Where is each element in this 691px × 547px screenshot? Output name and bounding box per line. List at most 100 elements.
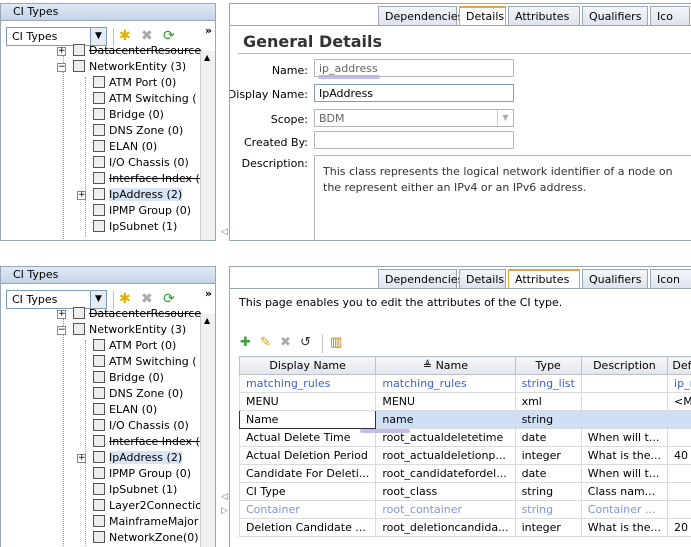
table-cell[interactable]: What is the... bbox=[580, 518, 669, 537]
tree-node[interactable]: NetworkEntity (3) bbox=[73, 59, 186, 75]
tree-node[interactable]: DatacenterResource bbox=[73, 43, 201, 59]
created-by-field[interactable] bbox=[314, 131, 514, 149]
table-cell[interactable]: Deletion Candidate ... bbox=[238, 518, 377, 537]
column-header[interactable]: Description bbox=[580, 356, 669, 375]
tree-node[interactable]: ELAN (0) bbox=[93, 139, 157, 155]
column-header[interactable]: ≜ Name bbox=[375, 356, 516, 375]
tab-icon[interactable]: Icon bbox=[650, 269, 691, 288]
table-cell[interactable]: MENU bbox=[375, 392, 516, 411]
table-cell[interactable] bbox=[667, 410, 691, 429]
table-cell[interactable]: CI Type bbox=[238, 482, 377, 501]
tab-dependencies[interactable]: Dependencies bbox=[378, 269, 463, 288]
table-cell[interactable] bbox=[667, 464, 691, 483]
scroll-up-icon[interactable]: ▲ bbox=[204, 316, 210, 325]
table-row[interactable]: Actual Delete Time root_actualdeletetime d… bbox=[238, 428, 691, 447]
expand-toggle-icon[interactable]: + bbox=[57, 310, 66, 319]
tree-node[interactable]: DNS Zone (0) bbox=[93, 386, 183, 402]
table-cell[interactable]: <MENU><. bbox=[667, 392, 691, 411]
tab-attributes[interactable]: Attributes bbox=[508, 6, 580, 25]
table-cell[interactable]: Container bbox=[238, 500, 377, 519]
columns-icon[interactable]: ▥ bbox=[330, 335, 342, 350]
table-row[interactable]: Container root_container string Container .… bbox=[238, 500, 691, 519]
table-row[interactable]: Actual Deletion Period root_actualdeletio… bbox=[238, 446, 691, 465]
table-cell[interactable] bbox=[580, 374, 669, 393]
table-cell[interactable]: 20 bbox=[667, 518, 691, 537]
table-cell[interactable]: string_list bbox=[514, 374, 582, 393]
tab-details[interactable]: Details bbox=[459, 6, 506, 25]
expand-toggle-icon[interactable]: + bbox=[77, 191, 86, 200]
tab-attributes[interactable]: Attributes bbox=[508, 269, 580, 288]
tree-node[interactable]: IpAddress (2) bbox=[93, 187, 183, 203]
tree-node[interactable]: ATM Port (0) bbox=[93, 75, 176, 91]
tree-node[interactable]: Interface Index ( bbox=[93, 171, 200, 187]
tree-node[interactable]: NetworkEntity (3) bbox=[73, 322, 186, 338]
tree-node[interactable]: IpAddress (2) bbox=[93, 450, 183, 466]
tree-node[interactable]: Interface Index ( bbox=[93, 434, 200, 450]
table-cell[interactable]: root_class bbox=[375, 482, 516, 501]
tree-node[interactable]: IPMP Group (0) bbox=[93, 203, 191, 219]
table-cell[interactable]: Name bbox=[238, 410, 377, 429]
tree-scrollbar[interactable]: ▲ bbox=[200, 51, 215, 240]
table-cell[interactable]: Actual Deletion Period bbox=[238, 446, 377, 465]
column-header[interactable]: Default Valu bbox=[667, 356, 691, 375]
table-cell[interactable] bbox=[667, 500, 691, 519]
expand-toggle-icon[interactable]: + bbox=[57, 47, 66, 56]
expand-toggle-icon[interactable]: − bbox=[57, 326, 66, 335]
tree-node[interactable]: IpSubnet (1) bbox=[93, 219, 177, 235]
collapse-left-icon[interactable]: ◁ bbox=[221, 227, 228, 237]
scroll-up-icon[interactable]: ▲ bbox=[204, 53, 210, 62]
table-cell[interactable]: xml bbox=[514, 392, 582, 411]
scope-select[interactable]: BDM ▼ bbox=[314, 109, 514, 127]
tree-node[interactable]: Bridge (0) bbox=[93, 107, 164, 123]
table-cell[interactable]: MENU bbox=[238, 392, 377, 411]
table-cell[interactable]: name bbox=[375, 410, 516, 429]
table-cell[interactable] bbox=[667, 482, 691, 501]
overflow-chevron-icon[interactable]: » bbox=[205, 24, 212, 37]
table-cell[interactable]: date bbox=[514, 464, 582, 483]
table-cell[interactable]: 40 bbox=[667, 446, 691, 465]
table-cell[interactable]: integer bbox=[514, 518, 582, 537]
table-row[interactable]: CI Type root_class string Class nam... bbox=[238, 482, 691, 501]
tree-scrollbar[interactable]: ▲ bbox=[200, 314, 215, 547]
table-cell[interactable]: What is the... bbox=[580, 446, 669, 465]
tree-node[interactable]: DNS Zone (0) bbox=[93, 123, 183, 139]
table-cell[interactable]: Class nam... bbox=[580, 482, 669, 501]
table-cell[interactable] bbox=[580, 410, 669, 429]
chevron-down-icon[interactable]: ▼ bbox=[497, 110, 513, 126]
tab-ico[interactable]: Ico bbox=[650, 6, 690, 25]
table-cell[interactable]: root_container bbox=[375, 500, 516, 519]
table-row[interactable]: Name name string bbox=[238, 410, 691, 429]
add-icon[interactable]: ✚ bbox=[240, 335, 251, 350]
table-row[interactable]: Deletion Candidate ... root_deletioncandi… bbox=[238, 518, 691, 537]
table-row[interactable]: matching_rules matching_rules string_list i… bbox=[238, 374, 691, 393]
tab-qualifiers[interactable]: Qualifiers bbox=[582, 269, 648, 288]
tab-details[interactable]: Details bbox=[459, 269, 506, 288]
tree-node[interactable]: Layer2Connectio bbox=[93, 498, 202, 514]
collapse-left-icon[interactable]: ◁ bbox=[221, 492, 228, 502]
expand-right-icon[interactable]: ▷ bbox=[221, 506, 228, 516]
table-cell[interactable]: Candidate For Deleti... bbox=[238, 464, 377, 483]
tree-node[interactable]: IpSubnet (1) bbox=[93, 482, 177, 498]
table-cell[interactable]: Actual Delete Time bbox=[238, 428, 377, 447]
tree-node[interactable]: I/O Chassis (0) bbox=[93, 155, 189, 171]
table-row[interactable]: MENUMENUxml<MENU><. bbox=[238, 392, 691, 411]
tree-node[interactable]: MainframeMajor bbox=[93, 514, 198, 530]
table-cell[interactable]: string bbox=[514, 482, 582, 501]
table-cell[interactable]: string bbox=[514, 410, 582, 429]
table-cell[interactable]: root_candidatefordel... bbox=[375, 464, 516, 483]
table-cell[interactable]: ip_netmask bbox=[667, 374, 691, 393]
table-cell[interactable]: integer bbox=[514, 446, 582, 465]
column-header[interactable]: Display Name bbox=[238, 356, 377, 375]
undo-icon[interactable]: ↺ bbox=[300, 335, 311, 350]
edit-pencil-icon[interactable]: ✎ bbox=[260, 335, 271, 350]
table-cell[interactable] bbox=[667, 428, 691, 447]
column-header[interactable]: Type bbox=[514, 356, 582, 375]
table-row[interactable]: Candidate For Deleti... root_candidatefor… bbox=[238, 464, 691, 483]
tree-node[interactable]: ATM Switching ( bbox=[93, 354, 197, 370]
display-name-field[interactable]: IpAddress bbox=[314, 84, 514, 102]
expand-toggle-icon[interactable]: − bbox=[57, 63, 66, 72]
table-cell[interactable]: string bbox=[514, 500, 582, 519]
overflow-chevron-icon[interactable]: » bbox=[205, 287, 212, 300]
tree-node[interactable]: ELAN (0) bbox=[93, 402, 157, 418]
tree-node[interactable]: NetworkZone(0) bbox=[93, 530, 199, 546]
